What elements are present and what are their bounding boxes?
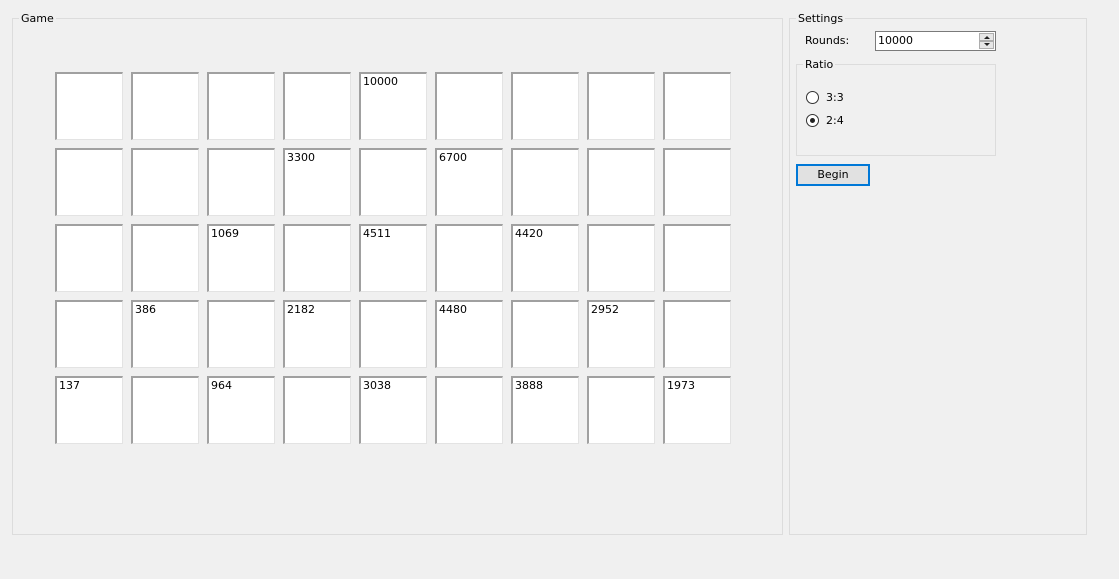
grid-cell[interactable]: 1973: [663, 376, 731, 444]
grid-cell[interactable]: [131, 224, 199, 292]
game-grid: 10000 3300 6700 1069 4511 4420 386 2182 4480 2952…: [55, 72, 731, 444]
grid-cell[interactable]: [663, 72, 731, 140]
grid-cell[interactable]: 3300: [283, 148, 351, 216]
grid-cell[interactable]: [359, 148, 427, 216]
grid-cell[interactable]: 137: [55, 376, 123, 444]
ratio-groupbox: Ratio 3:3 2:4: [796, 58, 996, 156]
rounds-label: Rounds:: [805, 34, 850, 47]
grid-cell[interactable]: [663, 300, 731, 368]
grid-cell[interactable]: [435, 376, 503, 444]
ratio-option-label: 2:4: [826, 114, 844, 127]
grid-cell[interactable]: 2952: [587, 300, 655, 368]
grid-cell[interactable]: [587, 148, 655, 216]
ratio-option-label: 3:3: [826, 91, 844, 104]
grid-cell[interactable]: 6700: [435, 148, 503, 216]
game-group-title: Game: [19, 12, 56, 25]
grid-cell[interactable]: [131, 72, 199, 140]
grid-cell[interactable]: [511, 300, 579, 368]
grid-cell[interactable]: [207, 300, 275, 368]
rounds-increment-button[interactable]: [979, 33, 994, 41]
radio-button[interactable]: [806, 114, 819, 127]
grid-cell[interactable]: [587, 224, 655, 292]
radio-selected-dot: [810, 118, 815, 123]
grid-cell[interactable]: [55, 72, 123, 140]
grid-cell[interactable]: [663, 148, 731, 216]
grid-cell[interactable]: [55, 300, 123, 368]
grid-cell[interactable]: [55, 148, 123, 216]
grid-cell[interactable]: [587, 376, 655, 444]
grid-cell[interactable]: [207, 148, 275, 216]
grid-cell[interactable]: 2182: [283, 300, 351, 368]
grid-cell[interactable]: 4511: [359, 224, 427, 292]
grid-cell[interactable]: [283, 72, 351, 140]
grid-cell[interactable]: 964: [207, 376, 275, 444]
grid-cell[interactable]: [131, 148, 199, 216]
grid-cell[interactable]: [283, 224, 351, 292]
grid-cell[interactable]: [511, 148, 579, 216]
grid-cell[interactable]: 386: [131, 300, 199, 368]
grid-cell[interactable]: [587, 72, 655, 140]
grid-cell[interactable]: [283, 376, 351, 444]
grid-cell[interactable]: 1069: [207, 224, 275, 292]
settings-group-title: Settings: [796, 12, 846, 25]
grid-cell[interactable]: [131, 376, 199, 444]
begin-button[interactable]: Begin: [796, 164, 870, 186]
grid-cell[interactable]: 10000: [359, 72, 427, 140]
chevron-up-icon: [984, 36, 990, 39]
grid-cell[interactable]: [511, 72, 579, 140]
rounds-decrement-button[interactable]: [979, 41, 994, 49]
game-groupbox: Game 10000 3300 6700 1069 4511 4420 386 2182 448…: [12, 12, 783, 535]
grid-cell[interactable]: [663, 224, 731, 292]
grid-cell[interactable]: [207, 72, 275, 140]
grid-cell[interactable]: 3038: [359, 376, 427, 444]
chevron-down-icon: [984, 43, 990, 46]
rounds-input[interactable]: [876, 32, 978, 50]
grid-cell[interactable]: [55, 224, 123, 292]
grid-cell[interactable]: 3888: [511, 376, 579, 444]
rounds-numeric-updown[interactable]: [875, 31, 996, 51]
ratio-group-title: Ratio: [803, 58, 836, 71]
grid-cell[interactable]: [359, 300, 427, 368]
grid-cell[interactable]: [435, 72, 503, 140]
settings-groupbox: Settings Rounds: Ratio 3:3 2:4 Begin: [789, 12, 1087, 535]
grid-cell[interactable]: 4420: [511, 224, 579, 292]
grid-cell[interactable]: 4480: [435, 300, 503, 368]
grid-cell[interactable]: [435, 224, 503, 292]
radio-button[interactable]: [806, 91, 819, 104]
